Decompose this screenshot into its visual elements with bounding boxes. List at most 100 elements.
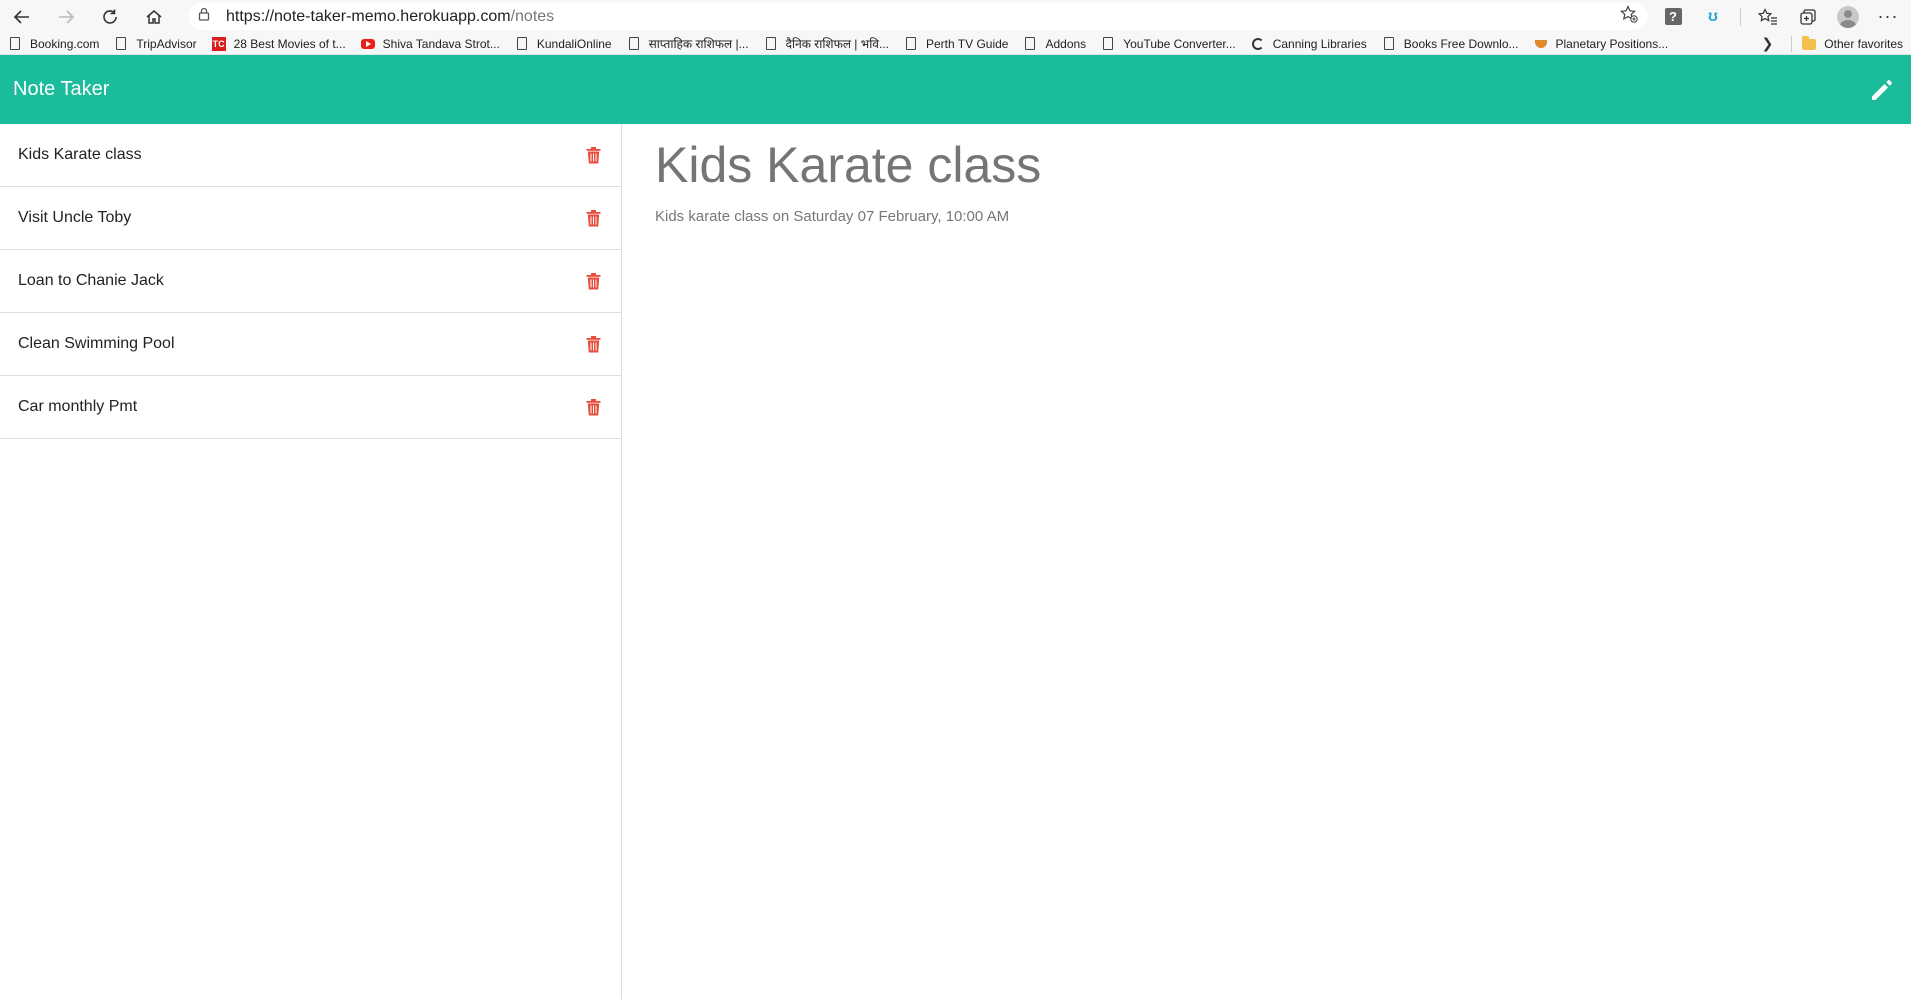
bookmark-label: TripAdvisor <box>136 36 197 51</box>
delete-note-button[interactable] <box>582 333 604 355</box>
forward-button[interactable] <box>54 5 78 29</box>
favorites-icon <box>1758 7 1777 25</box>
url-host: https://note-taker-memo.herokuapp.com <box>226 7 511 25</box>
note-detail: Kids Karate class Kids karate class on S… <box>622 124 1911 999</box>
bookmark-planetary-positions[interactable]: Planetary Positions... <box>1534 36 1669 51</box>
address-bar[interactable]: https://note-taker-memo.herokuapp.com/no… <box>188 3 1648 30</box>
note-title[interactable]: Kids Karate class <box>655 137 1878 195</box>
back-arrow-icon <box>13 9 29 24</box>
bookmark-label: Planetary Positions... <box>1555 36 1669 51</box>
note-item-title: Visit Uncle Toby <box>18 209 132 226</box>
note-list-item[interactable]: Clean Swimming Pool <box>0 313 621 376</box>
note-list-item[interactable]: Kids Karate class <box>0 124 621 187</box>
trash-icon <box>586 273 600 290</box>
note-item-title: Loan to Chanie Jack <box>18 272 164 289</box>
note-list-item[interactable]: Visit Uncle Toby <box>0 187 621 250</box>
refresh-icon <box>103 9 117 24</box>
collections-button[interactable] <box>1795 4 1821 30</box>
bookmarks-bar: Booking.com TripAdvisor TC 28 Best Movie… <box>0 33 1911 55</box>
trash-icon <box>586 336 600 353</box>
bookmark-weekly-horoscope[interactable]: साप्ताहिक राशिफल |... <box>627 35 749 52</box>
bookmark-best-movies[interactable]: TC 28 Best Movies of t... <box>211 36 346 51</box>
home-button[interactable] <box>142 5 166 29</box>
bookmark-label: Addons <box>1045 36 1087 51</box>
bookmark-label: साप्ताहिक राशिफल |... <box>648 37 749 51</box>
page-icon <box>627 37 641 51</box>
url-path: /notes <box>510 7 555 25</box>
page-icon <box>114 37 128 51</box>
bookmark-label: Canning Libraries <box>1272 36 1367 51</box>
bookmark-youtube-converter[interactable]: YouTube Converter... <box>1101 37 1236 51</box>
app-brand[interactable]: Note Taker <box>13 78 109 101</box>
note-text[interactable]: Kids karate class on Saturday 07 Februar… <box>655 208 1878 225</box>
bookmarks-overflow-chevron-icon[interactable]: ❯ <box>1762 35 1774 52</box>
refresh-button[interactable] <box>98 5 122 29</box>
profile-button[interactable] <box>1835 4 1861 30</box>
notes-sidebar: Kids Karate class Visit Uncle Toby Loan … <box>0 124 622 999</box>
bookmark-label: Shiva Tandava Strot... <box>382 36 500 51</box>
note-item-title: Kids Karate class <box>18 146 142 163</box>
bookmark-label: Books Free Downlo... <box>1403 36 1519 51</box>
note-list: Kids Karate class Visit Uncle Toby Loan … <box>0 124 621 439</box>
bookmark-daily-horoscope[interactable]: दैनिक राशिफल | भवि... <box>764 35 889 52</box>
delete-note-button[interactable] <box>582 144 604 166</box>
page-icon <box>764 37 778 51</box>
page-icon <box>1382 37 1396 51</box>
help-icon: ? <box>1664 8 1682 25</box>
page-icon <box>1101 37 1115 51</box>
note-item-title: Car monthly Pmt <box>18 398 138 415</box>
help-extension-button[interactable]: ? <box>1660 4 1686 30</box>
app-navbar: Note Taker <box>0 55 1911 124</box>
forward-arrow-icon <box>59 9 75 24</box>
bookmark-other-favorites[interactable]: Other favorites <box>1802 36 1903 51</box>
avatar-icon <box>1837 5 1859 28</box>
extension-icon: ʊ <box>1708 7 1718 25</box>
bookmark-kundalionline[interactable]: KundaliOnline <box>515 37 612 51</box>
bookmark-label: YouTube Converter... <box>1123 36 1236 51</box>
bookmark-label: Other favorites <box>1824 36 1903 51</box>
pencil-icon <box>1872 79 1892 100</box>
trash-icon <box>586 147 600 164</box>
toolbar-divider <box>1740 7 1741 26</box>
youtube-icon <box>360 37 375 51</box>
collections-icon <box>1800 8 1816 25</box>
page-icon <box>1023 37 1037 51</box>
circle-icon <box>1251 37 1265 51</box>
bookmarks-divider <box>1791 35 1793 52</box>
extension-button[interactable]: ʊ <box>1700 4 1726 30</box>
bookmark-tripadvisor[interactable]: TripAdvisor <box>114 36 197 51</box>
delete-note-button[interactable] <box>582 396 604 418</box>
page-icon <box>8 37 22 51</box>
delete-note-button[interactable] <box>582 270 604 292</box>
folder-icon <box>1802 36 1817 51</box>
page-icon <box>515 37 529 51</box>
bookmark-label: दैनिक राशिफल | भवि... <box>785 37 889 51</box>
delete-note-button[interactable] <box>582 207 604 229</box>
bookmark-booking[interactable]: Booking.com <box>8 37 99 51</box>
lock-icon <box>198 7 210 26</box>
bookmark-label: Perth TV Guide <box>925 36 1009 51</box>
bookmark-label: 28 Best Movies of t... <box>233 36 346 51</box>
bookmark-canning-libraries[interactable]: Canning Libraries <box>1251 37 1367 51</box>
app-body: Kids Karate class Visit Uncle Toby Loan … <box>0 124 1911 999</box>
add-favorite-button[interactable] <box>1620 5 1638 28</box>
bookmark-books-free[interactable]: Books Free Downlo... <box>1382 37 1519 51</box>
sun-icon <box>1534 37 1548 51</box>
home-icon <box>146 9 162 24</box>
bookmark-label: KundaliOnline <box>536 36 612 51</box>
bookmark-shiva-tandava[interactable]: Shiva Tandava Strot... <box>360 36 500 51</box>
bookmark-addons[interactable]: Addons <box>1023 37 1086 51</box>
bookmark-label: Booking.com <box>30 36 100 51</box>
bookmark-perth-tv-guide[interactable]: Perth TV Guide <box>904 36 1009 51</box>
note-list-item[interactable]: Loan to Chanie Jack <box>0 250 621 313</box>
note-list-item[interactable]: Car monthly Pmt <box>0 376 621 439</box>
tc-icon: TC <box>211 36 226 51</box>
star-add-icon <box>1620 5 1638 23</box>
back-button[interactable] <box>10 5 34 29</box>
new-note-button[interactable] <box>1866 74 1898 106</box>
browser-toolbar: https://note-taker-memo.herokuapp.com/no… <box>0 0 1911 33</box>
page-icon <box>904 37 918 51</box>
trash-icon <box>586 399 600 416</box>
favorites-button[interactable] <box>1755 4 1781 30</box>
more-menu-button[interactable]: ··· <box>1875 4 1901 30</box>
